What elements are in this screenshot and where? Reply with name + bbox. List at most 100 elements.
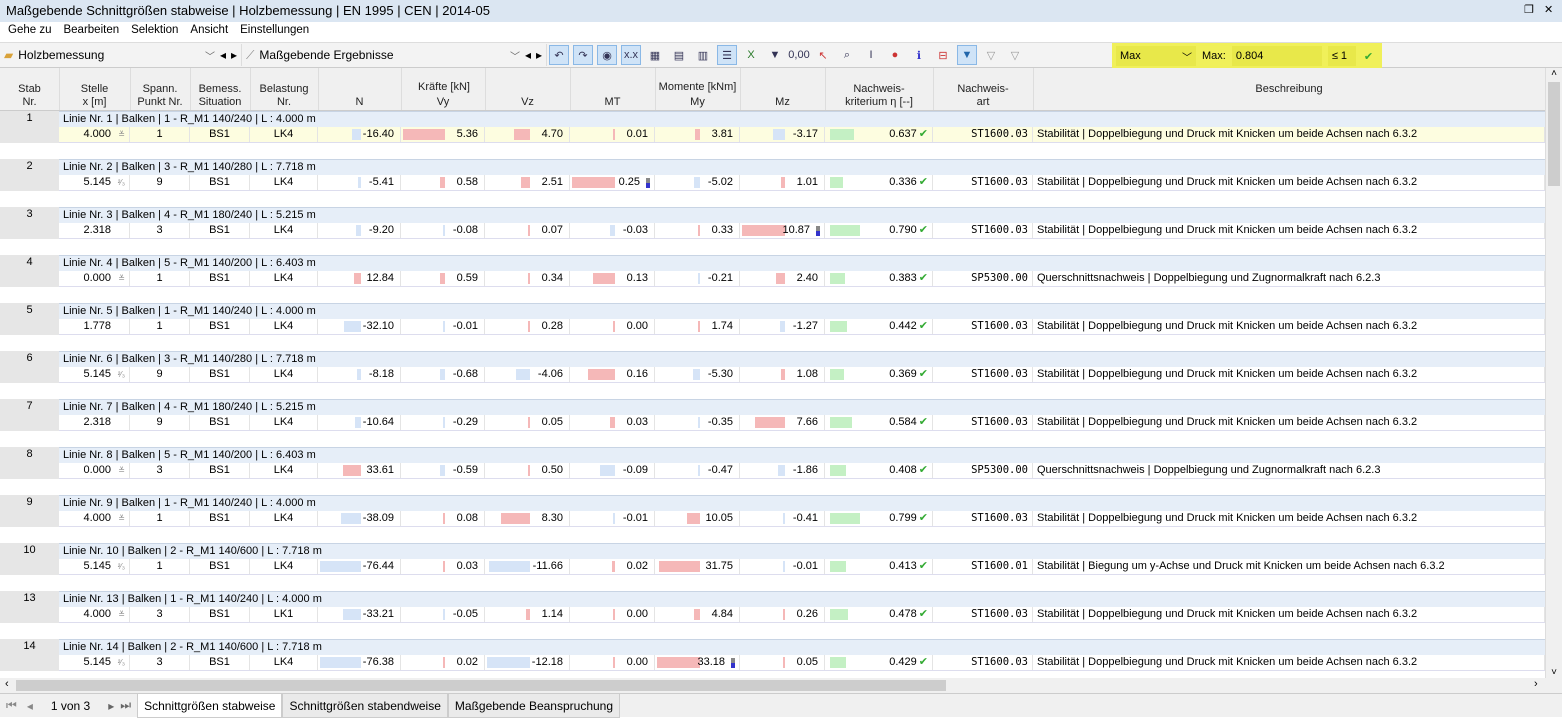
- cell-spann-punkt[interactable]: 3: [130, 655, 190, 670]
- cell-mz[interactable]: 0.05: [740, 655, 825, 670]
- cell-my[interactable]: -0.35: [655, 415, 740, 430]
- vertical-scrollbar[interactable]: ˄ ˅: [1545, 68, 1562, 678]
- cell-belastung[interactable]: LK4: [250, 127, 318, 142]
- cell-spann-punkt[interactable]: 1: [130, 511, 190, 526]
- cell-spann-punkt[interactable]: 9: [130, 175, 190, 190]
- member-description[interactable]: Linie Nr. 1 | Balken | 1 - R_M1 140/240 …: [59, 111, 1545, 127]
- cell-bemess-situation[interactable]: BS1: [190, 175, 250, 190]
- cell-bemess-situation[interactable]: BS1: [190, 271, 250, 286]
- table-row[interactable]: 0.000 ≚ 1 BS1 LK4 12.84 0.59 0.34 0.13 -0.21 2.40 0…: [59, 271, 1545, 287]
- cell-belastung[interactable]: LK4: [250, 319, 318, 334]
- cell-spann-punkt[interactable]: 1: [130, 127, 190, 142]
- header-vz[interactable]: Vz: [485, 96, 570, 109]
- cell-beschreibung[interactable]: Stabilität | Biegung um y-Achse und Druc…: [1033, 559, 1545, 574]
- next-icon[interactable]: ▸: [231, 48, 237, 62]
- cell-vy[interactable]: 0.58: [401, 175, 485, 190]
- cell-nachweis-art[interactable]: ST1600.03: [933, 655, 1033, 670]
- cell-beschreibung[interactable]: Stabilität | Doppelbiegung und Druck mit…: [1033, 223, 1545, 238]
- cell-belastung[interactable]: LK4: [250, 367, 318, 382]
- cell-mz[interactable]: -1.27: [740, 319, 825, 334]
- cell-beschreibung[interactable]: Stabilität | Doppelbiegung und Druck mit…: [1033, 415, 1545, 430]
- table-row[interactable]: 5.145 ²⁄₃ 9 BS1 LK4 -8.18 -0.68 -4.06 0.16 -5.30 1…: [59, 367, 1545, 383]
- member-description[interactable]: Linie Nr. 6 | Balken | 3 - R_M1 140/280 …: [59, 351, 1545, 367]
- cell-vy[interactable]: -0.05: [401, 607, 485, 622]
- member-description[interactable]: Linie Nr. 3 | Balken | 4 - R_M1 180/240 …: [59, 207, 1545, 223]
- cell-vy[interactable]: -0.68: [401, 367, 485, 382]
- header-stelle[interactable]: Stelle x [m]: [59, 83, 130, 109]
- menu-bearbeiten[interactable]: Bearbeiten: [57, 24, 125, 42]
- table-row[interactable]: 4.000 ≚ 1 BS1 LK4 -16.40 5.36 4.70 0.01 3.81 -3.17…: [59, 127, 1545, 143]
- cell-mt[interactable]: 0.00: [570, 655, 655, 670]
- cell-belastung[interactable]: LK1: [250, 607, 318, 622]
- zero-format-icon[interactable]: 0,00: [788, 45, 809, 65]
- stab-number[interactable]: 10: [0, 543, 59, 575]
- cell-my[interactable]: 1.74: [655, 319, 740, 334]
- cell-stelle[interactable]: 0.000 ≚: [59, 271, 130, 286]
- filter-gray2-icon[interactable]: ▽: [1005, 45, 1025, 65]
- cell-kriterium[interactable]: 0.429 ✔: [825, 655, 933, 670]
- cell-mt[interactable]: 0.02: [570, 559, 655, 574]
- filter-gray-icon[interactable]: ▽: [981, 45, 1001, 65]
- close-icon[interactable]: ✕: [1544, 3, 1553, 16]
- cell-vz[interactable]: -12.18: [485, 655, 570, 670]
- filter-icon[interactable]: ▼: [765, 45, 785, 65]
- member-description[interactable]: Linie Nr. 2 | Balken | 3 - R_M1 140/280 …: [59, 159, 1545, 175]
- table-row[interactable]: 5.145 ²⁄₃ 9 BS1 LK4 -5.41 0.58 2.51 0.25 -5.02 1.0…: [59, 175, 1545, 191]
- table-row[interactable]: 2.318 3 BS1 LK4 -9.20 -0.08 0.07 -0.03 0.33 10.87…: [59, 223, 1545, 239]
- table-icon[interactable]: ▦: [645, 45, 665, 65]
- cell-mz[interactable]: -1.86: [740, 463, 825, 478]
- cell-n[interactable]: 33.61: [318, 463, 401, 478]
- header-vy[interactable]: Vy: [401, 96, 485, 109]
- header-stab[interactable]: Stab Nr.: [0, 83, 59, 109]
- cell-spann-punkt[interactable]: 1: [130, 319, 190, 334]
- cell-stelle[interactable]: 2.318: [59, 415, 130, 430]
- next-icon[interactable]: ▸: [536, 48, 542, 62]
- stab-number[interactable]: 14: [0, 639, 59, 671]
- cell-mt[interactable]: 0.03: [570, 415, 655, 430]
- cell-stelle[interactable]: 4.000 ≚: [59, 127, 130, 142]
- cell-kriterium[interactable]: 0.637 ✔: [825, 127, 933, 142]
- cell-nachweis-art[interactable]: ST1600.03: [933, 319, 1033, 334]
- table-row[interactable]: 4.000 ≚ 1 BS1 LK4 -38.09 0.08 8.30 -0.01 10.05 -0.…: [59, 511, 1545, 527]
- cell-stelle[interactable]: 5.145 ²⁄₃: [59, 559, 130, 574]
- header-belastung[interactable]: Belastung Nr.: [250, 83, 318, 109]
- scroll-left-icon[interactable]: ‹: [5, 678, 9, 690]
- member-description[interactable]: Linie Nr. 4 | Balken | 5 - R_M1 140/200 …: [59, 255, 1545, 271]
- cell-bemess-situation[interactable]: BS1: [190, 511, 250, 526]
- cell-vz[interactable]: 0.50: [485, 463, 570, 478]
- cell-my[interactable]: 31.75: [655, 559, 740, 574]
- cell-spann-punkt[interactable]: 3: [130, 607, 190, 622]
- cell-my[interactable]: 10.05: [655, 511, 740, 526]
- cell-n[interactable]: 12.84: [318, 271, 401, 286]
- jump-forward-icon[interactable]: ↷: [573, 45, 593, 65]
- select-cursor-icon[interactable]: ↖: [813, 45, 833, 65]
- last-page-icon[interactable]: ⏭: [118, 698, 137, 713]
- stab-number[interactable]: 7: [0, 399, 59, 431]
- cell-kriterium[interactable]: 0.799 ✔: [825, 511, 933, 526]
- cell-nachweis-art[interactable]: ST1600.03: [933, 367, 1033, 382]
- cell-mz[interactable]: 7.66: [740, 415, 825, 430]
- cell-mz[interactable]: 0.26: [740, 607, 825, 622]
- cell-spann-punkt[interactable]: 1: [130, 559, 190, 574]
- cell-vz[interactable]: -11.66: [485, 559, 570, 574]
- cell-stelle[interactable]: 5.145 ²⁄₃: [59, 367, 130, 382]
- stab-number[interactable]: 9: [0, 495, 59, 527]
- cell-vz[interactable]: 0.34: [485, 271, 570, 286]
- next-page-icon[interactable]: ▸: [104, 699, 118, 713]
- cell-nachweis-art[interactable]: ST1600.03: [933, 175, 1033, 190]
- cell-mz[interactable]: -0.01: [740, 559, 825, 574]
- cell-n[interactable]: -8.18: [318, 367, 401, 382]
- cell-vz[interactable]: 8.30: [485, 511, 570, 526]
- cell-n[interactable]: -33.21: [318, 607, 401, 622]
- prev-page-icon[interactable]: ◂: [23, 699, 37, 713]
- cell-mt[interactable]: 0.01: [570, 127, 655, 142]
- cell-mz[interactable]: 1.08: [740, 367, 825, 382]
- cell-n[interactable]: -32.10: [318, 319, 401, 334]
- jump-back-icon[interactable]: ↶: [549, 45, 569, 65]
- stab-number[interactable]: 4: [0, 255, 59, 287]
- restore-icon[interactable]: ❐: [1524, 3, 1534, 16]
- cell-beschreibung[interactable]: Stabilität | Doppelbiegung und Druck mit…: [1033, 511, 1545, 526]
- cell-spann-punkt[interactable]: 1: [130, 271, 190, 286]
- filter-mode-select[interactable]: Max ﹀: [1116, 46, 1196, 66]
- cell-beschreibung[interactable]: Querschnittsnachweis | Doppelbiegung und…: [1033, 463, 1545, 478]
